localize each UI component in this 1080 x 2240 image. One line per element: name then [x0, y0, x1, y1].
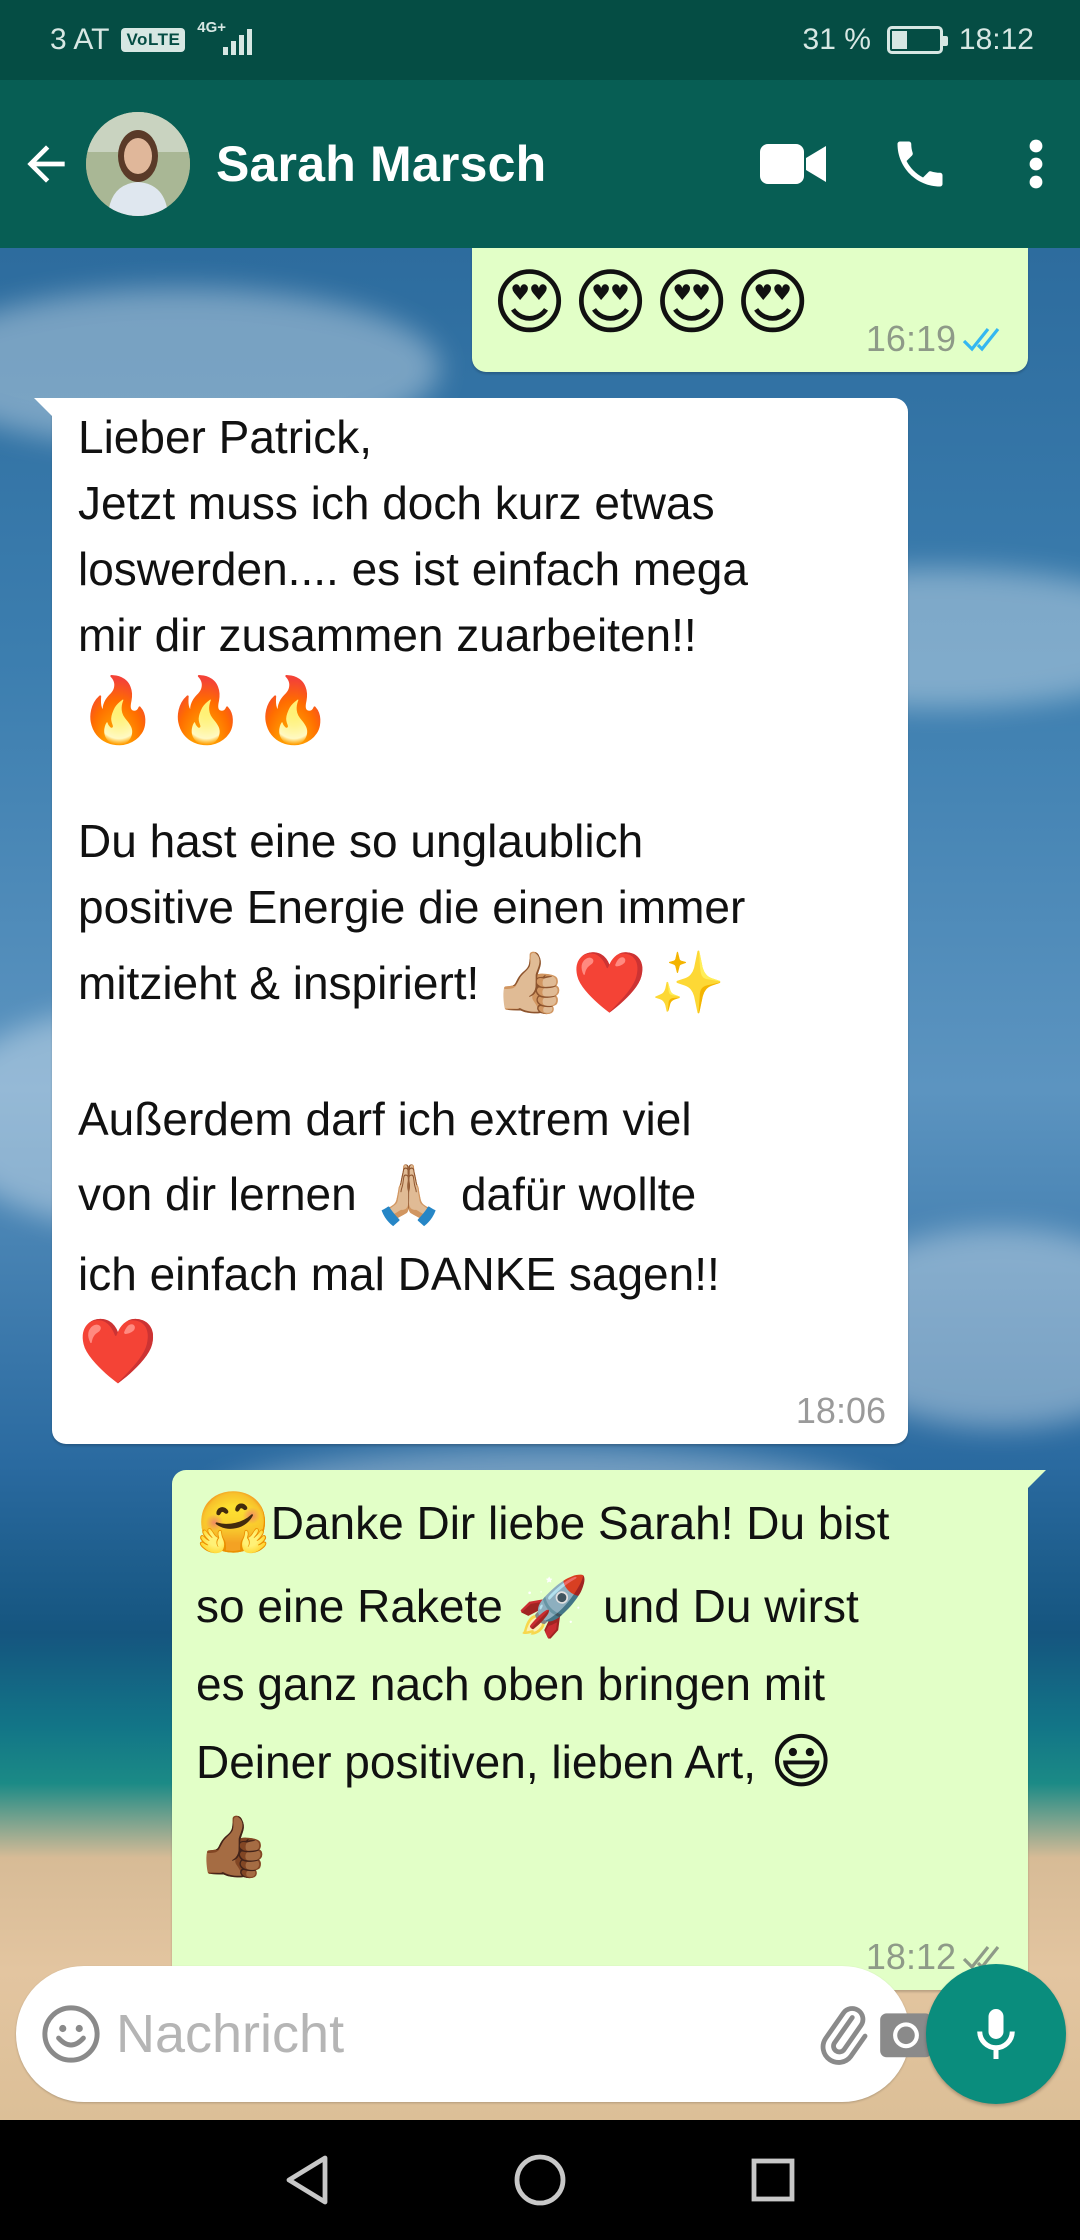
attach-button[interactable] [811, 1966, 875, 2102]
back-button[interactable] [8, 80, 84, 248]
signal-icon: 4G+ [197, 19, 253, 55]
hug-emoji: 🤗 [196, 1488, 271, 1558]
emoji-icon [42, 2005, 100, 2063]
message-line: es ganz nach oben bringen mit [196, 1658, 826, 1710]
message-line: und Du wirst [603, 1580, 859, 1632]
voice-message-button[interactable] [926, 1964, 1066, 2104]
message-line: Deiner positiven, lieben Art, [196, 1736, 756, 1788]
status-left: 3 AT VoLTE 4G+ [50, 19, 253, 57]
heart-emoji: ❤️ [78, 1315, 158, 1389]
nav-back-button[interactable] [262, 2135, 352, 2225]
message-emoji: 👍🏼❤️✨ [493, 948, 730, 1018]
battery-icon [886, 26, 948, 54]
carrier-label: 3 AT [50, 23, 110, 56]
mic-icon [977, 2009, 1015, 2059]
message-line: ich einfach mal DANKE sagen!! [78, 1248, 720, 1300]
message-time: 18:06 [795, 1390, 886, 1431]
message-line: Danke Dir liebe Sarah! Du bist [270, 1497, 890, 1549]
read-ticks-icon [962, 328, 1000, 352]
contact-name[interactable]: Sarah Marsch [216, 135, 546, 193]
message-line: positive Energie die einen immer [78, 881, 746, 933]
message-line: so eine Rakete [196, 1580, 503, 1632]
message-line: von dir lernen [78, 1168, 357, 1220]
clock: 18:12 [958, 23, 1034, 56]
rocket-emoji: 🚀 [516, 1572, 590, 1640]
message-line: Außerdem darf ich extrem viel [78, 1093, 692, 1145]
message-composer [16, 1966, 932, 2102]
emoji-button[interactable] [38, 1966, 104, 2102]
message-bubble-outgoing[interactable]: 🤗 Danke Dir liebe Sarah! Du bist so eine… [172, 1470, 1046, 1990]
video-call-button[interactable] [738, 114, 848, 214]
chat-header: Sarah Marsch [0, 80, 1080, 248]
message-line: mitzieht & inspiriert! [78, 957, 480, 1009]
pray-emoji: 🙏🏼 [372, 1160, 445, 1228]
volte-badge: VoLTE [121, 28, 186, 52]
network-type-label: 4G+ [197, 19, 227, 36]
message-emoji: 😍😍😍😍 [492, 260, 817, 344]
message-input[interactable] [116, 2003, 811, 2065]
voice-call-button[interactable] [880, 114, 960, 214]
video-call-icon [760, 144, 826, 184]
message-text: 🤗 Danke Dir liebe Sarah! Du bist so eine… [196, 1480, 1006, 1892]
more-vertical-icon [1029, 139, 1043, 189]
thumbs-up-emoji: 👍🏾 [196, 1812, 271, 1882]
more-options-button[interactable] [1006, 114, 1066, 214]
message-line: Jetzt muss ich doch kurz etwas [78, 477, 715, 529]
bubble-tail [1024, 1470, 1046, 1492]
nav-recents-button[interactable] [728, 2135, 818, 2225]
status-bar: 3 AT VoLTE 4G+ 31 % 18:12 [0, 0, 1080, 80]
avatar-image [86, 112, 190, 216]
message-line: Lieber Patrick, [78, 411, 373, 463]
message-line: Du hast eine so unglaublich [78, 815, 644, 867]
fire-emoji: 🔥🔥🔥 [78, 674, 342, 748]
message-meta: 16:19 [866, 318, 1006, 360]
message-line: dafür wollte [460, 1168, 697, 1220]
status-right: 31 % 18:12 [803, 23, 1034, 57]
system-nav-bar [0, 2120, 1080, 2240]
recents-square-icon [751, 2158, 795, 2202]
message-line: mir dir zusammen zuarbeiten!! [78, 609, 697, 661]
message-time: 16:19 [865, 318, 956, 359]
message-line: loswerden.... es ist einfach mega [78, 543, 748, 595]
back-arrow-icon [27, 145, 65, 183]
message-bubble-outgoing[interactable]: 😍😍😍😍 16:19 [472, 248, 1028, 372]
chat-wallpaper[interactable]: 😍😍😍😍 16:19 Lieber Patrick, Jetzt muss ic… [0, 248, 1080, 2120]
battery-percent: 31 % [802, 23, 871, 56]
smile-emoji: 😃 [769, 1727, 833, 1797]
nav-home-button[interactable] [495, 2135, 585, 2225]
phone-icon [897, 141, 943, 187]
message-bubble-incoming[interactable]: Lieber Patrick, Jetzt muss ich doch kurz… [34, 398, 908, 1444]
header-actions [738, 114, 1080, 214]
back-triangle-icon [286, 2155, 328, 2205]
bubble-tail [34, 398, 56, 420]
message-text: Lieber Patrick, Jetzt muss ich doch kurz… [78, 404, 888, 1392]
attach-icon [820, 2006, 868, 2065]
home-circle-icon [514, 2154, 566, 2206]
contact-avatar[interactable] [86, 112, 190, 216]
message-meta: 18:06 [796, 1390, 886, 1432]
